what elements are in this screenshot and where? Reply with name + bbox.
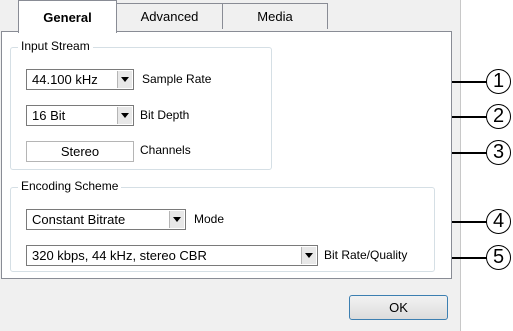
mode-value: Constant Bitrate <box>32 212 126 227</box>
tab-general-label: General <box>43 9 92 25</box>
ok-button-label: OK <box>389 300 408 315</box>
sample-rate-value: 44.100 kHz <box>32 72 98 87</box>
bit-depth-select[interactable]: 16 Bit <box>26 105 134 126</box>
callout-1-badge: 1 <box>486 69 511 94</box>
chevron-down-icon[interactable] <box>117 71 132 88</box>
bit-rate-label: Bit Rate/Quality <box>324 248 408 262</box>
callout-4-badge: 4 <box>486 209 511 234</box>
chevron-down-icon[interactable] <box>301 247 316 264</box>
chevron-down-icon[interactable] <box>117 107 132 124</box>
channels-display: Stereo <box>26 141 134 162</box>
bit-rate-select[interactable]: 320 kbps, 44 kHz, stereo CBR <box>26 245 318 266</box>
bit-depth-label: Bit Depth <box>140 108 190 122</box>
bit-depth-value: 16 Bit <box>32 108 66 123</box>
callout-5-badge: 5 <box>486 245 511 270</box>
callout-5-number: 5 <box>492 246 505 268</box>
mode-select[interactable]: Constant Bitrate <box>26 209 186 230</box>
tab-advanced-label: Advanced <box>140 9 199 24</box>
channels-value: Stereo <box>60 144 100 159</box>
callout-1-number: 1 <box>492 70 505 92</box>
ok-button[interactable]: OK <box>349 295 448 320</box>
encoding-scheme-legend: Encoding Scheme <box>18 179 122 193</box>
callout-2-badge: 2 <box>486 104 511 129</box>
tab-advanced[interactable]: Advanced <box>116 3 223 29</box>
sample-rate-label: Sample Rate <box>142 72 212 86</box>
chevron-down-icon[interactable] <box>169 211 184 228</box>
callout-3-number: 3 <box>492 141 505 163</box>
tab-general[interactable]: General <box>18 0 117 33</box>
callout-3-badge: 3 <box>486 140 511 165</box>
channels-label: Channels <box>140 143 191 157</box>
tab-media[interactable]: Media <box>222 3 328 29</box>
tab-media-label: Media <box>257 9 293 24</box>
callout-2-number: 2 <box>492 105 505 127</box>
mode-label: Mode <box>194 212 225 226</box>
sample-rate-select[interactable]: 44.100 kHz <box>26 69 134 90</box>
callout-4-number: 4 <box>492 210 505 232</box>
dialog: General Advanced Media Input Stream Enco… <box>0 0 461 331</box>
bit-rate-value: 320 kbps, 44 kHz, stereo CBR <box>32 248 207 263</box>
input-stream-legend: Input Stream <box>18 39 93 53</box>
